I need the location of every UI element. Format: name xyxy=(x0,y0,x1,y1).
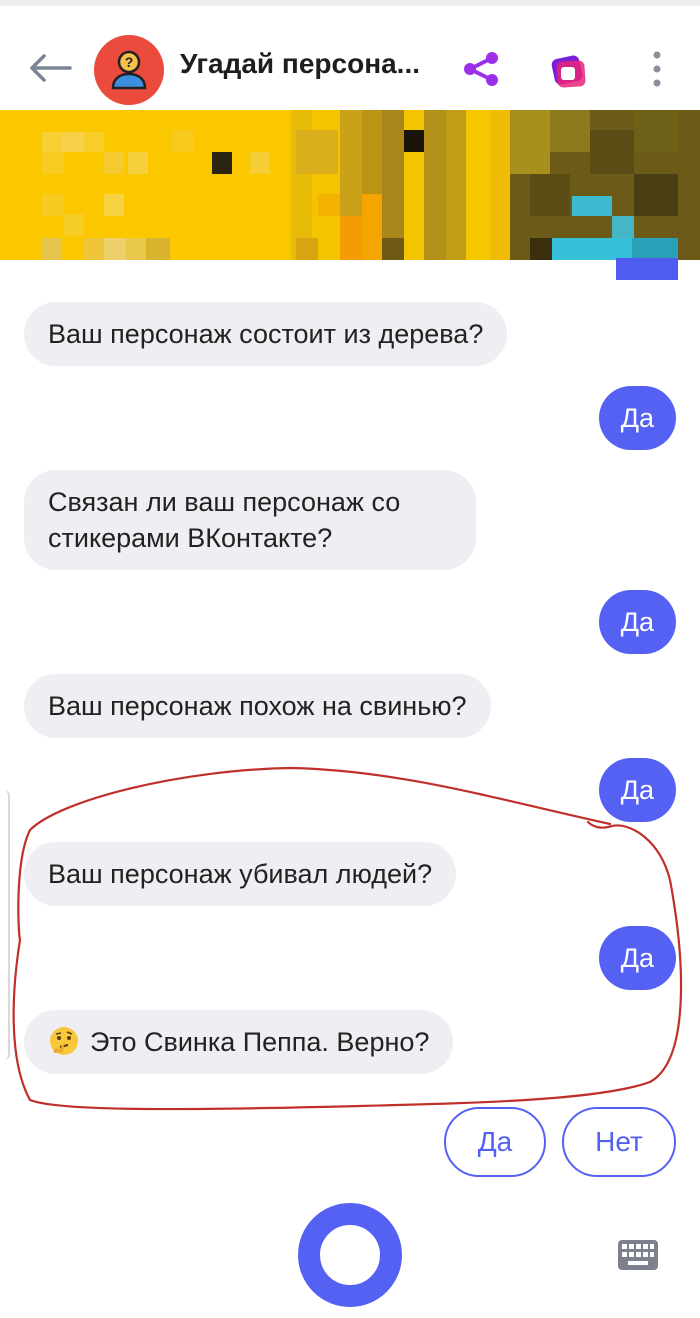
user-message: Да xyxy=(598,926,676,990)
banner-tab xyxy=(616,258,678,280)
top-bar: ? Угадай персона... xyxy=(0,0,700,110)
question-person-icon: ? xyxy=(111,50,147,90)
bot-message: Связан ли ваш персонаж со стикерами ВКон… xyxy=(24,470,476,570)
skills-icon xyxy=(551,55,586,88)
keyboard-icon[interactable] xyxy=(618,1240,658,1270)
skills-button[interactable] xyxy=(546,46,592,92)
scroll-indicator xyxy=(0,790,10,1060)
user-message: Да xyxy=(598,386,676,450)
bot-message: Ваш персонаж состоит из дерева? xyxy=(24,302,508,366)
bot-message: Ваш персонаж убивал людей? xyxy=(24,842,457,906)
more-menu-button[interactable] xyxy=(634,46,680,92)
skill-avatar: ? xyxy=(94,35,164,105)
pixelated-banner xyxy=(0,110,700,260)
pixelated-image xyxy=(0,110,700,260)
suggestion-no-button[interactable]: Нет xyxy=(562,1107,676,1177)
voice-ring-icon[interactable] xyxy=(298,1203,402,1307)
user-message: Да xyxy=(598,758,676,822)
more-vertical-icon xyxy=(653,51,661,87)
bot-message-text: Это Свинка Пеппа. Верно? xyxy=(90,1027,430,1057)
bot-message-final-guess: Это Свинка Пеппа. Верно? xyxy=(24,1010,454,1074)
share-icon xyxy=(464,52,498,86)
suggestion-yes-button[interactable]: Да xyxy=(444,1107,546,1177)
back-button[interactable] xyxy=(26,44,74,92)
svg-text:?: ? xyxy=(125,54,134,70)
arrow-left-icon xyxy=(30,54,72,82)
bot-message: Ваш персонаж похож на свинью? xyxy=(24,674,491,738)
chat-title: Угадай персона... xyxy=(180,48,421,79)
share-button[interactable] xyxy=(458,46,504,92)
thinking-face-icon xyxy=(50,1027,78,1055)
user-message: Да xyxy=(598,590,676,654)
